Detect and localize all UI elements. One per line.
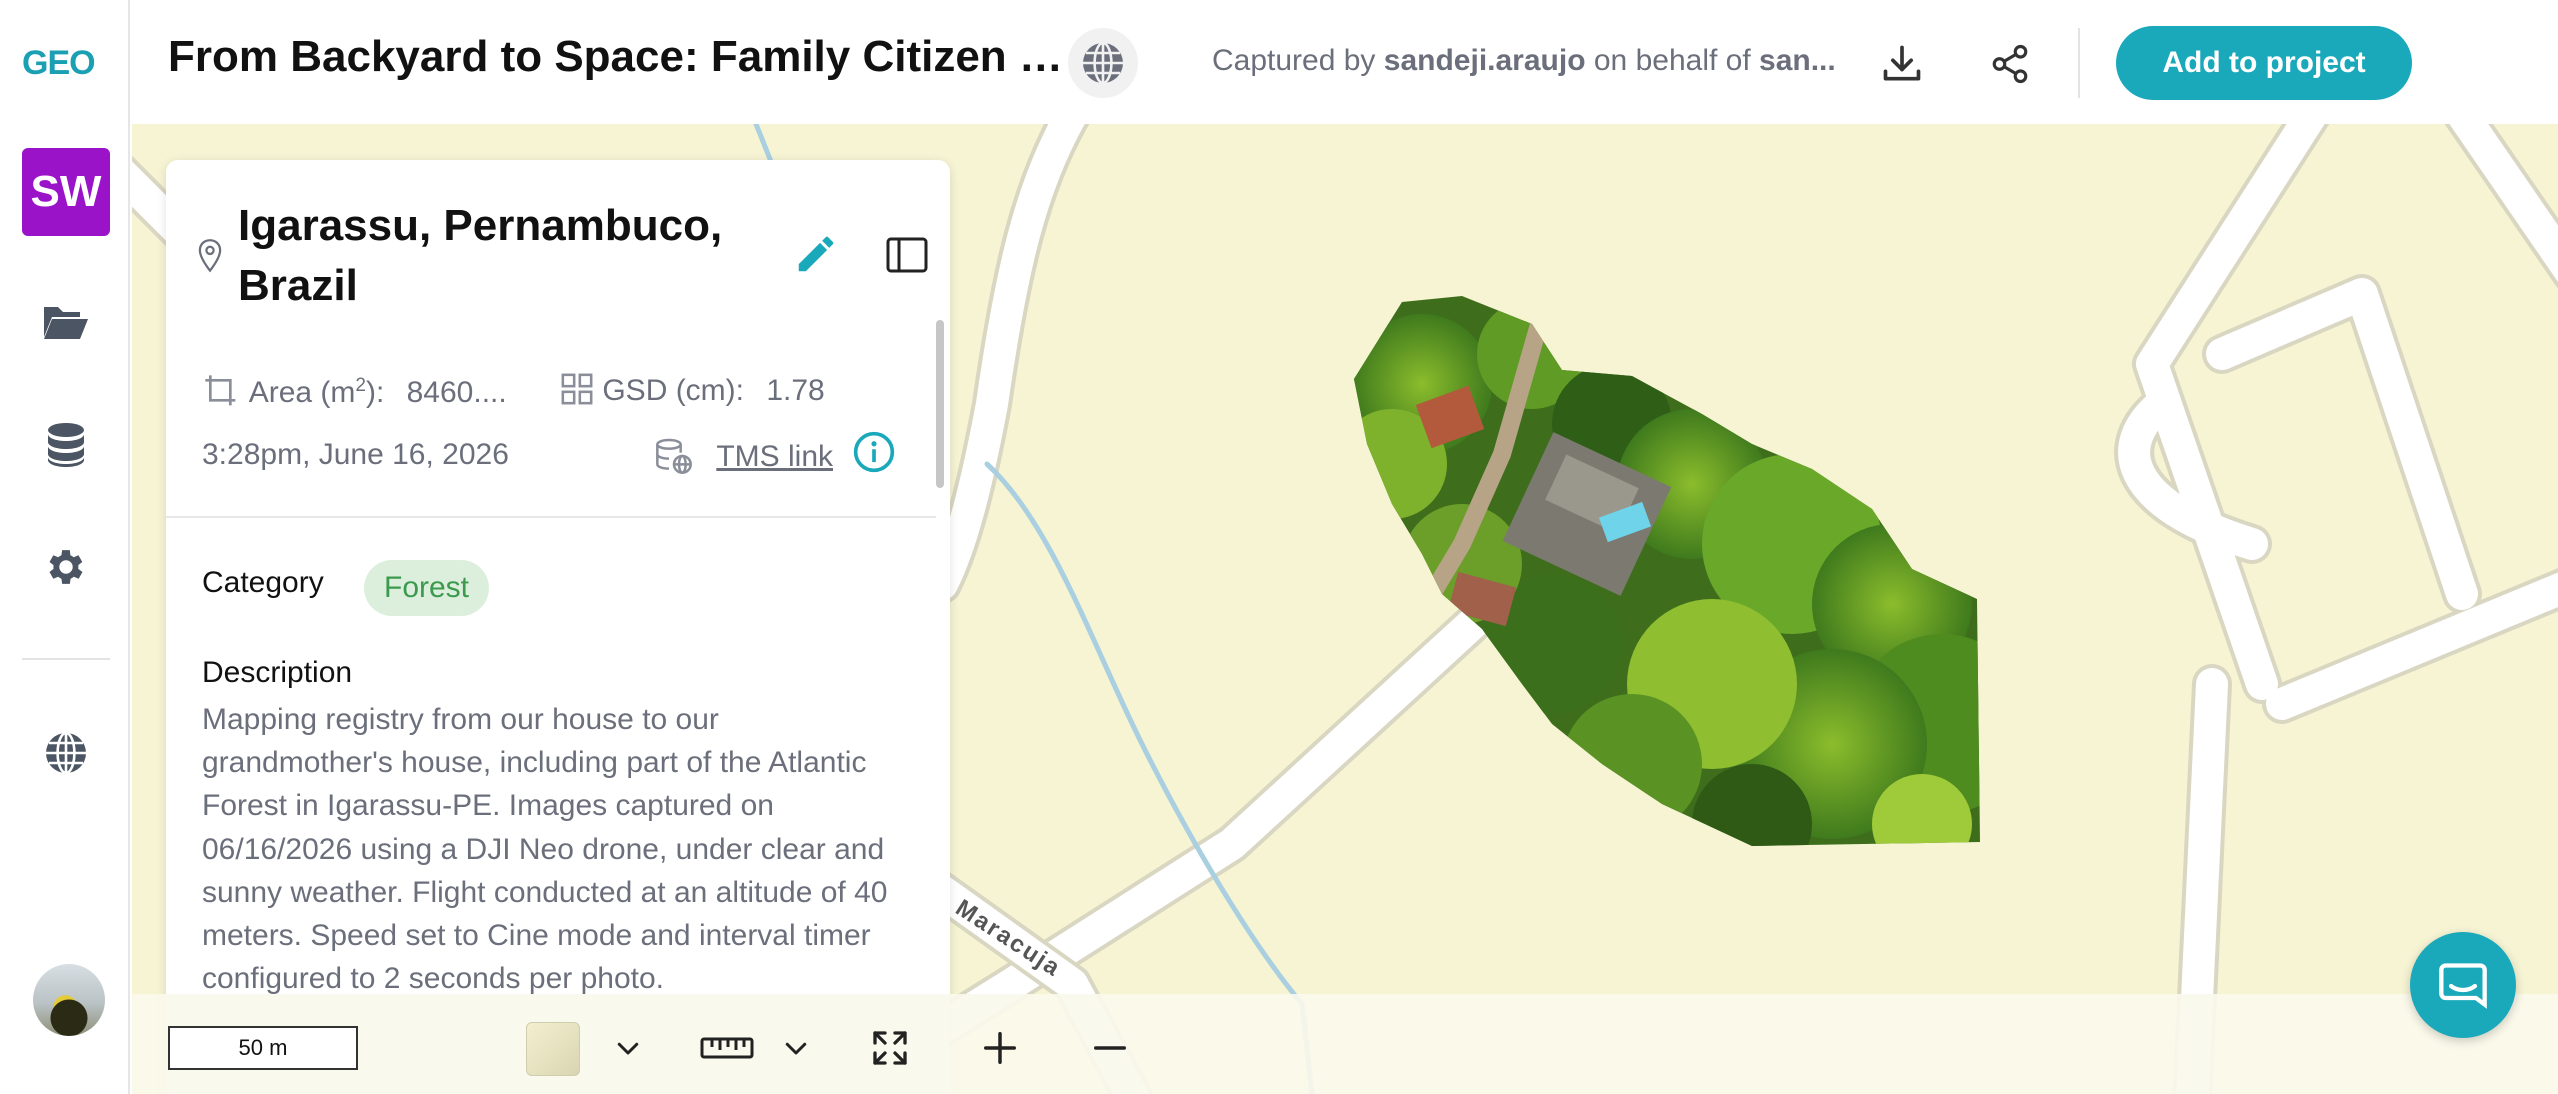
- zoom-out-button[interactable]: [1082, 1020, 1138, 1076]
- location-title: Igarassu, Pernambuco, Brazil: [238, 196, 758, 316]
- chevron-down-icon: [617, 1042, 639, 1055]
- info-icon[interactable]: [852, 430, 896, 474]
- category-chip: Forest: [364, 560, 490, 616]
- location-pin-icon: [196, 238, 224, 279]
- user-avatar[interactable]: [33, 964, 105, 1036]
- add-to-project-button[interactable]: Add to project: [2116, 26, 2412, 100]
- drone-imagery-layer: [1354, 296, 1980, 846]
- captured-prefix: Captured by: [1212, 44, 1376, 77]
- globe-icon[interactable]: [41, 728, 91, 778]
- download-button[interactable]: [1872, 34, 1932, 94]
- folder-open-icon[interactable]: [41, 296, 91, 346]
- grid-icon: [561, 373, 593, 405]
- share-icon: [1992, 44, 2028, 84]
- panel-scrollbar[interactable]: [936, 320, 944, 488]
- share-button[interactable]: [1980, 34, 2040, 94]
- pencil-icon: [798, 236, 834, 272]
- gsd-value: 1.78: [766, 374, 825, 407]
- gear-icon[interactable]: [41, 542, 91, 592]
- description-text: Mapping registry from our house to our g…: [202, 703, 888, 996]
- location-line-2: Brazil: [238, 261, 358, 310]
- panel-divider: [166, 516, 936, 518]
- gsd-field: GSD (cm): 1.78: [560, 372, 825, 408]
- database-icon[interactable]: [41, 420, 91, 470]
- basemap-thumbnail[interactable]: [526, 1022, 580, 1076]
- tms-field: TMS link: [654, 436, 833, 476]
- plus-icon: [984, 1032, 1016, 1064]
- area-value: 8460....: [406, 376, 507, 409]
- top-bar: From Backyard to Space: Family Citizen S…: [132, 0, 2558, 124]
- location-line-1: Igarassu, Pernambuco,: [238, 201, 723, 250]
- basemap-dropdown-button[interactable]: [600, 1020, 656, 1076]
- app-logo[interactable]: GEO: [22, 44, 96, 83]
- area-icon: [205, 375, 236, 406]
- captured-org[interactable]: san...: [1759, 44, 1836, 77]
- left-rail: GEO SW: [0, 0, 130, 1094]
- captured-by-text: Captured by sandeji.araujo on behalf of …: [1212, 44, 1982, 78]
- captured-middle: on behalf of: [1593, 44, 1751, 77]
- zoom-in-button[interactable]: [972, 1020, 1028, 1076]
- gsd-label: GSD (cm):: [602, 374, 744, 407]
- image-info-panel: Igarassu, Pernambuco, Brazil Area (m2): …: [166, 160, 950, 1094]
- minus-icon: [1094, 1046, 1126, 1050]
- map-toolbar: 50 m: [132, 994, 2558, 1094]
- sidebar-panel-icon: [886, 237, 928, 273]
- expand-icon: [873, 1031, 907, 1065]
- database-globe-icon: [656, 438, 692, 474]
- download-icon: [1883, 45, 1921, 81]
- measure-button[interactable]: [692, 1020, 762, 1076]
- ruler-icon: [700, 1037, 754, 1059]
- area-label: Area (m2):: [248, 375, 385, 409]
- scale-bar: 50 m: [168, 1026, 358, 1070]
- edit-button[interactable]: [788, 226, 844, 282]
- measure-dropdown-button[interactable]: [768, 1020, 824, 1076]
- page-title: From Backyard to Space: Family Citizen S…: [168, 32, 1088, 81]
- capture-datetime: 3:28pm, June 16, 2026: [202, 438, 509, 471]
- tms-link[interactable]: TMS link: [716, 440, 833, 473]
- globe-icon: [1083, 41, 1123, 85]
- captured-user[interactable]: sandeji.araujo: [1384, 44, 1586, 77]
- chat-icon: [2439, 963, 2487, 1009]
- workspace-badge[interactable]: SW: [22, 148, 110, 236]
- header-divider: [2078, 28, 2080, 98]
- description-label: Description: [202, 656, 353, 689]
- visibility-globe-button[interactable]: [1068, 28, 1138, 98]
- category-label: Category: [202, 566, 324, 599]
- chat-support-button[interactable]: [2410, 932, 2516, 1038]
- fullscreen-button[interactable]: [862, 1020, 918, 1076]
- rail-divider: [22, 658, 110, 660]
- chevron-down-icon: [785, 1042, 807, 1055]
- toggle-panel-button[interactable]: [882, 230, 932, 280]
- area-field: Area (m2): 8460....: [202, 372, 507, 412]
